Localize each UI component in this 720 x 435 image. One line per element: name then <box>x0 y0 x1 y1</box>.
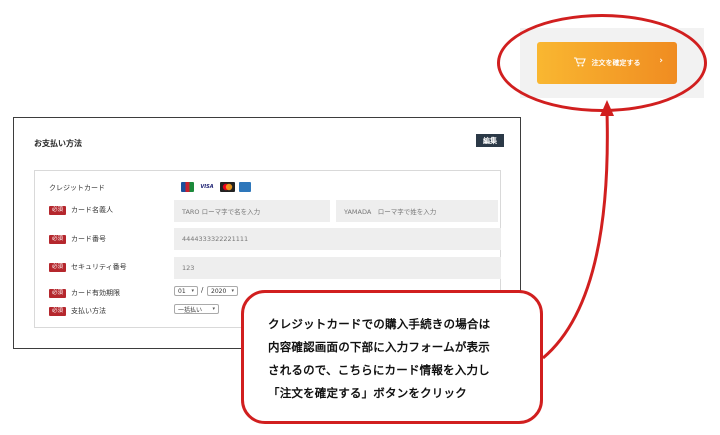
callout-line: 内容確認画面の下部に入力フォームが表示 <box>268 340 490 354</box>
callout-line: されるので、こちらにカード情報を入力し <box>268 363 490 377</box>
callout-line: クレジットカードでの購入手続きの場合は <box>268 317 491 331</box>
callout-line: 「注文を確定する」ボタンをクリック <box>268 386 467 400</box>
instruction-callout: クレジットカードでの購入手続きの場合は 内容確認画面の下部に入力フォームが表示 … <box>241 290 543 424</box>
